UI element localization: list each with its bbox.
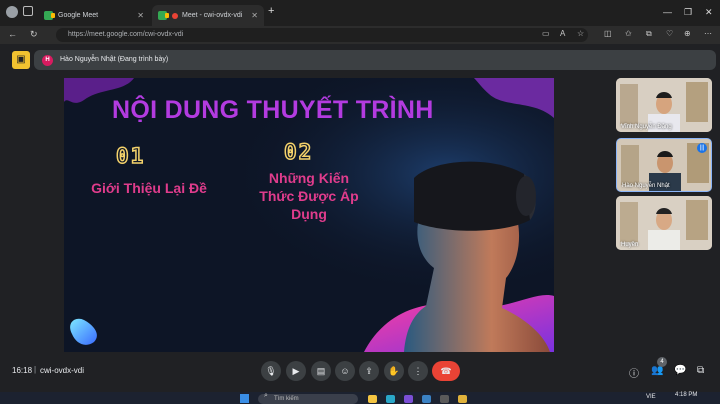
heart-icon[interactable]: ♡ bbox=[666, 29, 673, 38]
emoji-button[interactable]: ☺ bbox=[335, 361, 355, 381]
more-menu-icon[interactable]: ⋯ bbox=[704, 29, 712, 38]
extensions-icon[interactable]: ⊕ bbox=[684, 29, 691, 38]
shared-slide: NỘI DUNG THUYẾT TRÌNH 01 Giới Thiệu Lại … bbox=[64, 78, 554, 352]
address-toolbar: ← ↻ https://meet.google.com/cwi-ovdx-vdi… bbox=[0, 26, 720, 44]
back-icon[interactable]: ← bbox=[8, 29, 17, 39]
edge-icon[interactable] bbox=[386, 395, 395, 403]
vscode-icon[interactable] bbox=[422, 395, 431, 403]
people-count-badge: 4 bbox=[657, 357, 667, 367]
participant-tile[interactable]: Huyền bbox=[616, 196, 712, 250]
system-clock[interactable]: 4:18 PM bbox=[675, 392, 697, 398]
chrome-icon[interactable] bbox=[458, 395, 467, 403]
collections-icon[interactable]: ⧉ bbox=[646, 29, 652, 39]
meet-favicon-icon bbox=[44, 11, 55, 20]
participant-tile[interactable]: Vĩnh Nguyễn Đặng bbox=[616, 78, 712, 132]
profile-avatar[interactable] bbox=[6, 6, 18, 18]
search-icon: ⌕ bbox=[264, 392, 268, 399]
item-text: Giới Thiệu Lại Đề bbox=[91, 180, 207, 196]
tab-label: Meet - cwi-ovdx-vdi bbox=[182, 12, 243, 19]
item-number: 01 bbox=[115, 143, 146, 169]
separator: | bbox=[34, 365, 37, 374]
star-icon[interactable]: ☆ bbox=[577, 29, 584, 38]
slide-title: NỘI DUNG THUYẾT TRÌNH bbox=[112, 96, 434, 124]
item-text: Những Kiến Thức Được Áp Dụng bbox=[244, 169, 374, 223]
info-icon[interactable]: ⓘ bbox=[629, 365, 639, 380]
speaking-indicator-icon: ||| bbox=[697, 143, 707, 153]
participant-tile-active[interactable]: ||| Hào Nguyễn Nhật bbox=[616, 138, 712, 192]
activities-icon[interactable]: ⧉ bbox=[697, 365, 704, 376]
new-tab-button[interactable]: + bbox=[268, 5, 274, 17]
vr-headset-person-image bbox=[404, 161, 550, 352]
item-text-line: Thức Được Áp bbox=[259, 188, 359, 204]
participant-name: Huyền bbox=[621, 242, 639, 248]
meeting-code: cwi-ovdx-vdi bbox=[40, 366, 85, 375]
taskbar-search[interactable]: Tìm kiếm bbox=[258, 394, 358, 404]
microphone-button[interactable]: 🎙 bbox=[261, 361, 281, 381]
file-explorer-icon[interactable] bbox=[368, 395, 377, 403]
favorites-icon[interactable]: ✩ bbox=[625, 29, 632, 38]
meet-control-bar: 16:18 | cwi-ovdx-vdi 🎙 ▶ ▤ ☺ ⇪ ✋ ⋮ ☎ ⓘ 👥… bbox=[0, 358, 720, 386]
language-indicator[interactable]: VIE bbox=[646, 394, 656, 400]
browser-tab-bar: Google Meet ✕ Meet - cwi-ovdx-vdi ✕ + — … bbox=[0, 0, 720, 26]
app-icon[interactable] bbox=[440, 395, 449, 403]
search-placeholder: Tìm kiếm bbox=[274, 396, 299, 402]
close-tab-icon[interactable]: ✕ bbox=[251, 11, 258, 20]
presentation-info-bar: ▣ H Hào Nguyễn Nhật (Đang trình bày) bbox=[4, 48, 716, 72]
tab-actions-icon[interactable] bbox=[23, 6, 33, 16]
read-aloud-icon[interactable]: A bbox=[560, 29, 565, 38]
app-icon[interactable] bbox=[404, 395, 413, 403]
tab-meet-call[interactable]: Meet - cwi-ovdx-vdi ✕ bbox=[152, 5, 264, 26]
meet-favicon-icon bbox=[158, 11, 169, 20]
presentation-icon[interactable]: ▣ bbox=[12, 51, 30, 69]
address-bar[interactable]: https://meet.google.com/cwi-ovdx-vdi bbox=[56, 28, 588, 42]
restore-icon[interactable]: ❐ bbox=[684, 7, 692, 18]
item-text-line: Dụng bbox=[291, 206, 327, 222]
more-options-button[interactable]: ⋮ bbox=[408, 361, 428, 381]
recording-indicator-icon bbox=[172, 12, 178, 19]
split-screen-icon[interactable]: ◫ bbox=[604, 29, 612, 38]
reload-icon[interactable]: ↻ bbox=[30, 29, 38, 40]
windows-taskbar bbox=[0, 392, 720, 404]
presenter-avatar: H bbox=[42, 55, 53, 66]
start-icon[interactable] bbox=[240, 394, 249, 403]
participant-name: Hào Nguyễn Nhật bbox=[622, 183, 670, 189]
camera-button[interactable]: ▶ bbox=[286, 361, 306, 381]
url-text: https://meet.google.com/cwi-ovdx-vdi bbox=[68, 31, 184, 38]
raise-hand-button[interactable]: ✋ bbox=[384, 361, 404, 381]
participant-name: Vĩnh Nguyễn Đặng bbox=[621, 124, 672, 130]
item-number: 02 bbox=[283, 139, 314, 165]
close-window-icon[interactable]: ✕ bbox=[705, 7, 713, 18]
minimize-icon[interactable]: — bbox=[663, 7, 672, 17]
tab-label: Google Meet bbox=[58, 12, 99, 19]
presenter-label: Hào Nguyễn Nhật (Đang trình bày) bbox=[60, 56, 169, 63]
item-text-line: Những Kiến bbox=[268, 170, 350, 186]
captions-button[interactable]: ▤ bbox=[311, 361, 331, 381]
chat-icon[interactable]: 💬 bbox=[674, 365, 686, 376]
present-button[interactable]: ⇪ bbox=[359, 361, 379, 381]
close-tab-icon[interactable]: ✕ bbox=[137, 11, 144, 20]
camera-icon[interactable]: ▭ bbox=[542, 29, 550, 38]
end-call-button[interactable]: ☎ bbox=[432, 361, 460, 381]
meeting-time: 16:18 bbox=[12, 366, 33, 375]
presenter-chip: H Hào Nguyễn Nhật (Đang trình bày) bbox=[34, 50, 716, 70]
tab-google-meet[interactable]: Google Meet ✕ bbox=[38, 5, 150, 26]
